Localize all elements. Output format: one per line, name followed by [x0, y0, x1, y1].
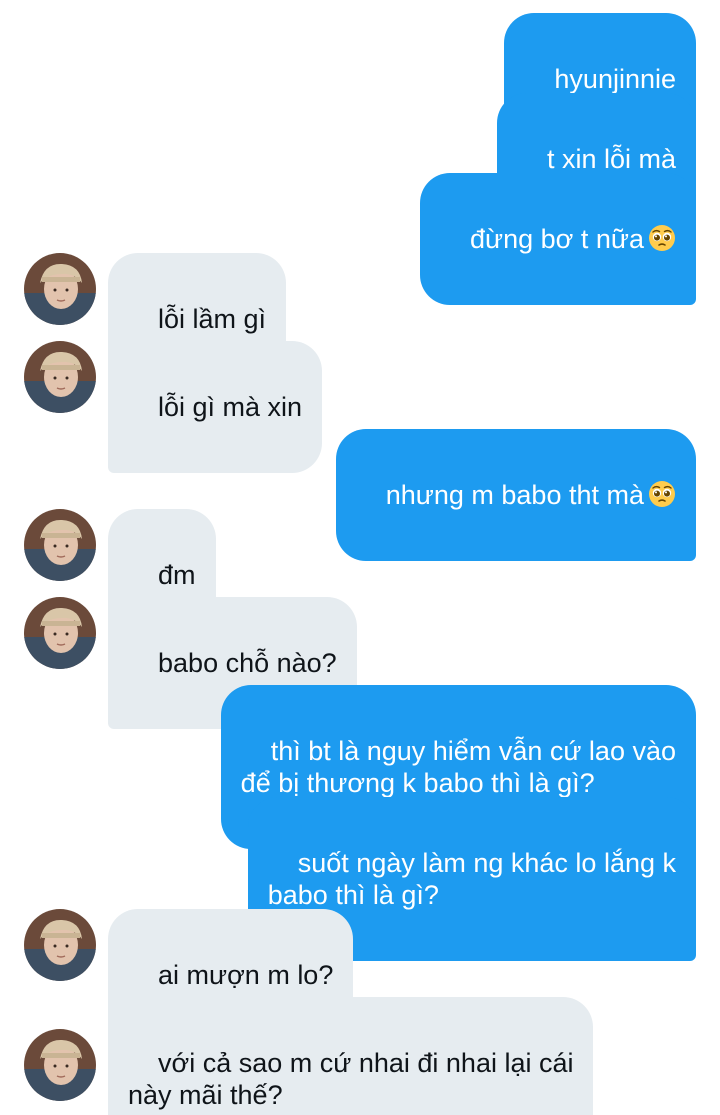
- message-text: lỗi gì mà xin: [158, 392, 303, 422]
- sent-message-bubble[interactable]: nhưng m babo tht mà: [335, 429, 696, 561]
- message-text: ai mượn m lo?: [158, 960, 334, 990]
- message-text: với cả sao m cứ nhai đi nhai lại cái này…: [128, 1048, 574, 1110]
- contact-avatar[interactable]: [24, 509, 96, 581]
- contact-avatar[interactable]: [24, 1029, 96, 1101]
- message-text: t xin lỗi mà: [546, 144, 676, 174]
- received-message-bubble[interactable]: với cả sao m cứ nhai đi nhai lại cái này…: [108, 997, 594, 1115]
- message-text: đm: [158, 560, 196, 590]
- pleading-face-icon: [648, 480, 676, 508]
- contact-avatar[interactable]: [24, 597, 96, 669]
- contact-avatar[interactable]: [24, 253, 96, 325]
- message-text: lỗi lầm gì: [158, 304, 267, 334]
- received-message-bubble[interactable]: lỗi gì mà xin: [108, 341, 323, 473]
- message-text: hyunjinnie: [554, 64, 676, 94]
- conversation-thread: hyunjinnie t xin lỗi mà đừng bơ t nữa lỗ…: [0, 0, 720, 1115]
- message-text: thì bt là nguy hiểm vẫn cứ lao vào để bị…: [240, 736, 676, 798]
- message-text: suốt ngày làm ng khác lo lắng k babo thì…: [267, 848, 676, 910]
- pleading-face-icon: [648, 224, 676, 252]
- sent-message-bubble[interactable]: đừng bơ t nữa: [420, 173, 696, 305]
- message-text: babo chỗ nào?: [158, 648, 337, 678]
- message-text: đừng bơ t nữa: [470, 224, 644, 254]
- contact-avatar[interactable]: [24, 909, 96, 981]
- message-text: nhưng m babo tht mà: [385, 480, 644, 510]
- contact-avatar[interactable]: [24, 341, 96, 413]
